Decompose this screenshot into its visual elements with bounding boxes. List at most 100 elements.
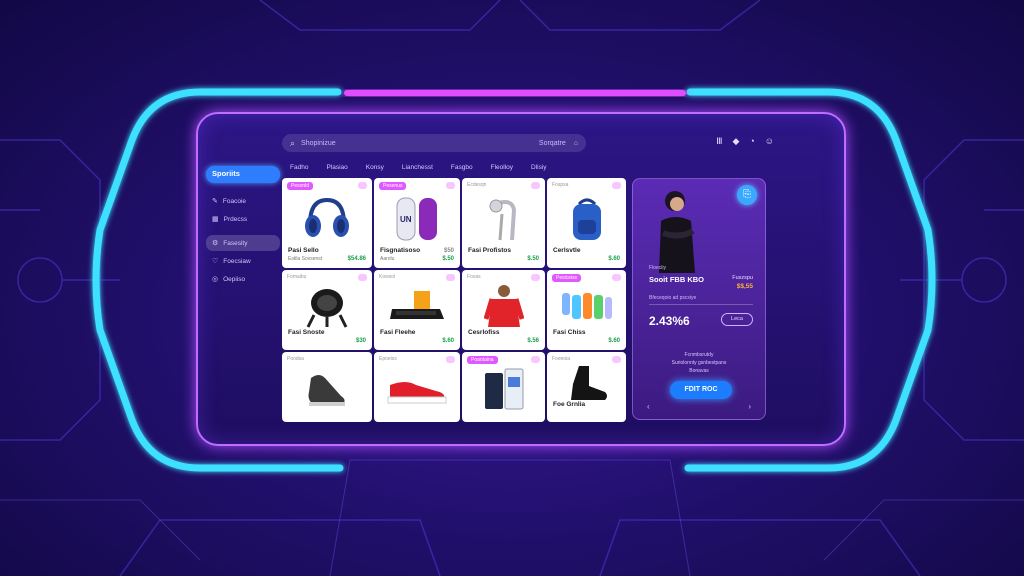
product-card[interactable]: Pesiceiss Fasi Chiss $.60 — [547, 270, 626, 350]
favorite-icon[interactable] — [531, 182, 540, 189]
sidebar-item-3[interactable]: ⚙ Fasesity — [206, 235, 280, 251]
edit-icon[interactable]: ⎘ — [737, 185, 757, 205]
product-tag: Fospsa — [552, 182, 569, 188]
favorite-icon[interactable] — [358, 182, 367, 189]
sidebar-item-label: Oepiiso — [223, 275, 246, 283]
tab-category[interactable]: Fleolloy — [491, 164, 513, 171]
favorite-icon[interactable] — [612, 274, 621, 281]
boot-image — [570, 366, 607, 401]
sidebar-item-label: Prdecss — [223, 215, 248, 223]
sneaker-image — [308, 374, 345, 406]
product-price: $50 — [443, 248, 454, 254]
product-card[interactable]: Fovas Cesrlofiss $.56 — [462, 270, 545, 350]
product-name: Cesrlofiss — [468, 329, 500, 336]
promo-desc-line: Fcnmbsrutdy — [684, 352, 714, 358]
product-card[interactable]: Foeeoia Foe Grnlia — [547, 352, 626, 422]
product-tag: Pesiceiss — [552, 274, 582, 282]
product-name: Fasi Fleehe — [380, 329, 416, 336]
promo-tag: Fuszspu — [732, 275, 753, 281]
product-image — [306, 288, 348, 328]
favorite-icon[interactable] — [531, 274, 540, 281]
top-icons: Ⅲ ◆ ◔ ☺ — [716, 136, 774, 147]
sidebar-item-5[interactable]: ◎ Oepiiso — [206, 271, 280, 287]
product-name: Fasi Snoste — [288, 329, 325, 336]
product-card[interactable]: Poodsa — [282, 352, 372, 422]
promo-divider-label: Bfeceqoio ad pscsiye — [649, 295, 697, 301]
tab-category[interactable]: Fasgbo — [451, 164, 473, 171]
product-price: $.50 — [527, 256, 539, 262]
tab-category[interactable]: Lianchesst — [402, 164, 433, 171]
favorite-icon[interactable] — [358, 274, 367, 281]
promo-description: Fcnmbsrutdy Suriolonnty gsnbestpans Bona… — [633, 351, 765, 375]
promo-category: Floeciiy — [649, 265, 666, 271]
prev-arrow-icon[interactable]: ‹ — [647, 402, 650, 411]
sidebar-heading[interactable]: Sporiits — [206, 166, 280, 183]
product-name: Fasi Chiss — [553, 329, 586, 336]
menu-icon[interactable]: Ⅲ — [716, 136, 722, 147]
product-card[interactable]: Pesenus UN Fisgnatisoso Aarolu $50 $.50 — [374, 178, 460, 268]
bell-icon[interactable]: ◔ — [749, 136, 754, 147]
product-price: $.60 — [442, 338, 454, 344]
sidebar: Sporiits ✎ Foacoie ▦ Prdecss ⚙ Fasesity … — [206, 166, 280, 287]
product-image — [390, 290, 444, 319]
sidebar-item-4[interactable]: ♡ Foecsiaw — [206, 253, 280, 269]
product-price: $54.86 — [347, 256, 366, 262]
sidebar-item-2[interactable]: ▦ Prdecss — [206, 211, 280, 227]
product-tag: Foeeoia — [552, 356, 571, 362]
product-card[interactable]: Pesonld Pasi Sello Estila Sovsenst $54.8… — [282, 178, 372, 268]
shield-icon[interactable]: ◆ — [732, 136, 739, 147]
product-name: Fisgnatisoso — [380, 247, 421, 254]
product-tag: Pesonld — [287, 182, 314, 190]
promo-cta-button[interactable]: FDIT ROC — [670, 381, 732, 399]
svg-text:UN: UN — [400, 215, 412, 224]
tab-category[interactable]: Dlisiy — [531, 164, 547, 171]
sidebar-item-label: Foecsiaw — [223, 257, 251, 265]
product-price: $30 — [355, 338, 366, 344]
headphones-image — [305, 198, 349, 238]
product-image — [561, 292, 612, 319]
edit-icon: ✎ — [212, 198, 218, 205]
next-arrow-icon[interactable]: › — [748, 402, 751, 411]
product-tag: Epoeiss — [379, 356, 397, 362]
promo-price: $$,55 — [736, 283, 753, 290]
tab-category[interactable]: Plasiao — [326, 164, 347, 171]
product-card[interactable]: Epoeiss — [374, 352, 460, 422]
product-price-secondary: $.50 — [442, 256, 454, 262]
product-tag: Poaotaina — [467, 356, 498, 364]
product-image — [489, 199, 516, 241]
product-card[interactable]: Fomaibu Fasi Snoste $30 — [282, 270, 372, 350]
user-icon[interactable]: ☺ — [765, 136, 774, 147]
product-tag: Poodsa — [287, 356, 304, 362]
search-filter-label[interactable]: Sorqatre — [539, 140, 566, 147]
favorite-icon[interactable] — [446, 356, 455, 363]
product-card[interactable]: Poaotaina — [462, 352, 545, 422]
product-card[interactable]: Kowsoi Fasi Fleehe $.60 — [374, 270, 460, 350]
search-input[interactable]: ⌕ Shopinizue Sorqatre ⌂ — [282, 134, 586, 152]
grid-icon: ▦ — [212, 216, 219, 223]
favorite-icon[interactable] — [612, 356, 621, 363]
lock-icon: ⌂ — [573, 139, 578, 147]
product-card[interactable]: Ecdesqn Fasi Profistos $.50 — [462, 178, 545, 268]
product-card[interactable]: Fospsa Cerlsvtle $.60 — [547, 178, 626, 268]
product-name: Fasi Profistos — [468, 247, 511, 254]
tab-category[interactable]: Fadho — [290, 164, 308, 171]
product-tag: Fomaibu — [287, 274, 307, 280]
favorite-icon[interactable] — [531, 356, 540, 363]
product-name: Foe Grnlia — [553, 401, 586, 408]
sidebar-item-label: Fasesity — [223, 239, 248, 247]
product-price: $.60 — [608, 338, 620, 344]
product-name: Pasi Sello — [288, 247, 319, 254]
favorite-icon[interactable] — [446, 182, 455, 189]
gear-icon: ⚙ — [212, 240, 219, 247]
top-bar: ⌕ Shopinizue Sorqatre ⌂ Ⅲ ◆ ◔ ☺ — [282, 134, 774, 152]
product-tag: Kowsoi — [379, 274, 396, 280]
favorite-icon[interactable] — [612, 182, 621, 189]
product-subtitle: Estila Sovsenst — [288, 256, 323, 262]
tab-category[interactable]: Konsy — [366, 164, 384, 171]
product-grid: Pesonld Pasi Sello Estila Sovsenst $54.8… — [282, 178, 626, 422]
promo-pill-button[interactable]: Leca — [721, 313, 753, 326]
sidebar-item-1[interactable]: ✎ Foacoie — [206, 193, 280, 209]
promo-stat: 2.43%6 — [649, 314, 690, 328]
favorite-icon[interactable] — [446, 274, 455, 281]
heart-icon: ♡ — [212, 258, 219, 265]
